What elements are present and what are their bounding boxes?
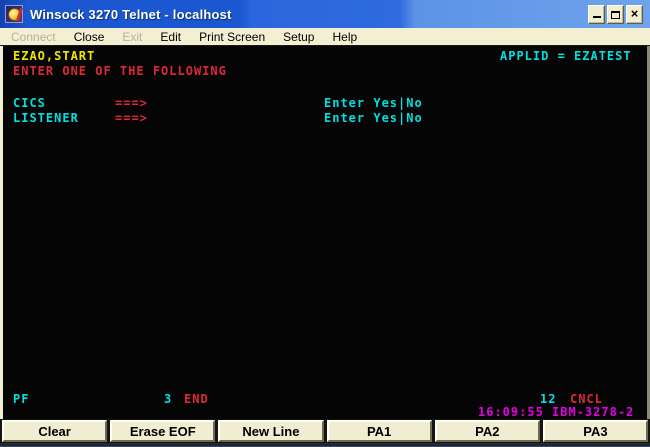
pa3-button[interactable]: PA3 xyxy=(543,420,648,442)
window-controls: × xyxy=(588,5,645,24)
menu-item-setup[interactable]: Setup xyxy=(274,30,323,44)
window-title: Winsock 3270 Telnet - localhost xyxy=(30,7,232,22)
clear-button[interactable]: Clear xyxy=(2,420,107,442)
pa1-button[interactable]: PA1 xyxy=(327,420,432,442)
menu-item-close[interactable]: Close xyxy=(65,30,114,44)
minimize-button[interactable] xyxy=(588,5,605,24)
listener-hint: Enter Yes|No xyxy=(324,112,423,125)
app-window: Winsock 3270 Telnet - localhost × Connec… xyxy=(0,0,650,447)
keypad-row: Clear Erase EOF New Line PA1 PA2 PA3 xyxy=(0,419,650,443)
cics-hint: Enter Yes|No xyxy=(324,97,423,110)
close-button[interactable]: × xyxy=(626,5,643,24)
pf-label: PF xyxy=(13,393,29,406)
terminal-screen[interactable]: EZAO,START APPLID = EZATEST ENTER ONE OF… xyxy=(0,46,650,419)
new-line-button[interactable]: New Line xyxy=(218,420,323,442)
app-globe-icon[interactable] xyxy=(5,5,23,23)
maximize-button[interactable] xyxy=(607,5,624,24)
listener-label: LISTENER xyxy=(13,112,79,125)
pf3-action: END xyxy=(184,393,209,406)
maximize-icon xyxy=(611,11,620,19)
pf3-number: 3 xyxy=(164,393,172,406)
applid-text: APPLID = EZATEST xyxy=(500,50,632,63)
cics-label: CICS xyxy=(13,97,46,110)
minimize-icon xyxy=(593,8,601,18)
status-text: 16:09:55 IBM-3278-2 xyxy=(478,406,634,419)
prompt-text: ENTER ONE OF THE FOLLOWING xyxy=(13,65,227,78)
pa2-button[interactable]: PA2 xyxy=(435,420,540,442)
menu-item-connect: Connect xyxy=(2,30,65,44)
cics-input-arrow[interactable]: ===> xyxy=(115,97,148,110)
menu-item-print-screen[interactable]: Print Screen xyxy=(190,30,274,44)
menu-bar: Connect Close Exit Edit Print Screen Set… xyxy=(0,28,650,46)
menu-item-exit: Exit xyxy=(113,30,151,44)
menu-item-help[interactable]: Help xyxy=(323,30,366,44)
erase-eof-button[interactable]: Erase EOF xyxy=(110,420,215,442)
close-icon: × xyxy=(631,7,639,20)
menu-item-edit[interactable]: Edit xyxy=(151,30,190,44)
command-text: EZAO,START xyxy=(13,50,95,63)
listener-input-arrow[interactable]: ===> xyxy=(115,112,148,125)
title-bar[interactable]: Winsock 3270 Telnet - localhost × xyxy=(0,0,650,28)
window-bottom-edge xyxy=(0,443,650,447)
